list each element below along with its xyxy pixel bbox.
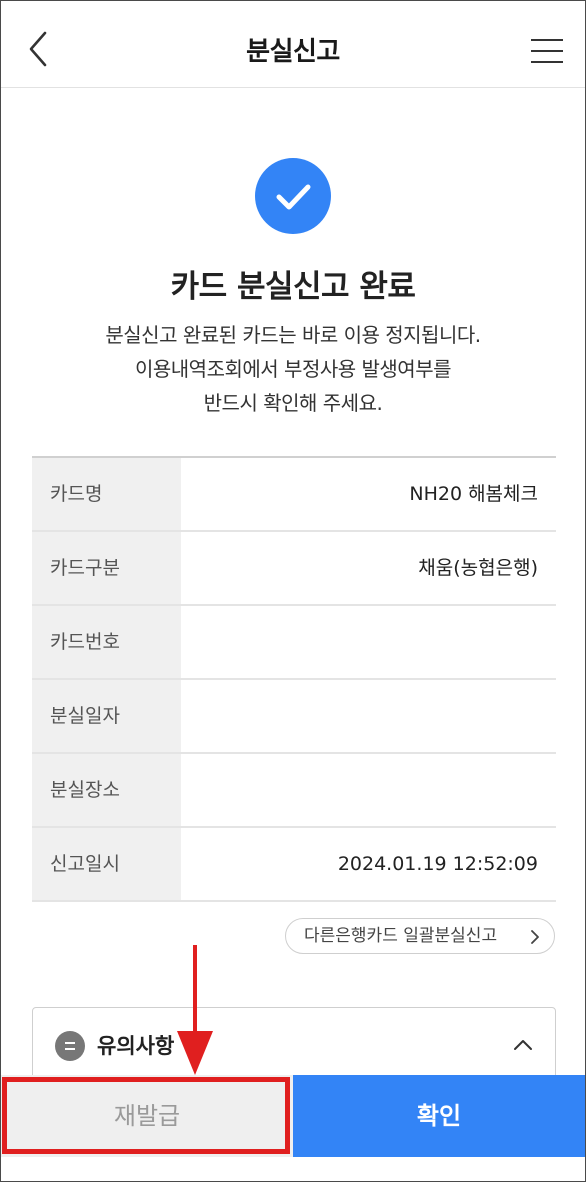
table-row: 카드번호 xyxy=(32,606,556,680)
top-app-bar: 분실신고 xyxy=(1,1,585,88)
table-row: 분실장소 xyxy=(32,754,556,828)
menu-button[interactable] xyxy=(531,37,565,67)
table-row: 신고일시 2024.01.19 12:52:09 xyxy=(32,828,556,902)
row-label-report-datetime: 신고일시 xyxy=(32,828,181,900)
row-value-report-datetime: 2024.01.19 12:52:09 xyxy=(337,853,538,875)
table-row: 분실일자 xyxy=(32,680,556,754)
completion-description-line-3: 반드시 확인해 주세요. xyxy=(203,391,383,415)
other-bank-bulk-report-button[interactable]: 다른은행카드 일괄분실신고 xyxy=(285,918,555,954)
hamburger-menu-icon xyxy=(531,39,563,41)
row-value-card-number xyxy=(181,606,556,678)
row-value-card-name: NH20 해봄체크 xyxy=(409,483,538,505)
row-label-loss-date: 분실일자 xyxy=(32,680,181,752)
row-label-card-type: 카드구분 xyxy=(32,532,181,604)
reissue-button[interactable]: 재발급 xyxy=(1,1075,293,1157)
confirm-button[interactable]: 확인 xyxy=(293,1075,585,1157)
completion-title: 카드 분실신고 완료 xyxy=(170,269,416,305)
completion-description-line-2: 이용내역조회에서 부정사용 발생여부를 xyxy=(134,357,452,381)
row-label-card-number: 카드번호 xyxy=(32,606,181,678)
bottom-safe-area xyxy=(1,1157,585,1181)
chevron-up-icon[interactable] xyxy=(513,1038,533,1052)
list-circle-icon xyxy=(55,1031,85,1061)
check-mark-icon xyxy=(276,184,311,210)
completion-description-line-1: 분실신고 완료된 카드는 바로 이용 정지됩니다. xyxy=(105,323,481,347)
app-screen: 분실신고 카드 분실신고 완료 분실신고 완료된 카드는 바로 이용 정지됩니다… xyxy=(0,0,586,1182)
row-value-loss-place xyxy=(181,754,556,826)
page-title: 분실신고 xyxy=(246,37,340,67)
row-value-card-type: 채움(농협은행) xyxy=(418,557,538,579)
notice-title: 유의사항 xyxy=(97,1034,175,1058)
row-value-loss-date xyxy=(181,680,556,752)
table-row: 카드명 NH20 해봄체크 xyxy=(32,458,556,532)
check-circle-icon xyxy=(255,158,331,234)
card-info-table: 카드명 NH20 해봄체크 카드구분 채움(농협은행) 카드번호 분실일자 분실… xyxy=(32,456,556,902)
row-label-card-name: 카드명 xyxy=(32,458,181,530)
other-bank-bulk-report-label: 다른은행카드 일괄분실신고 xyxy=(304,926,498,946)
chevron-right-icon xyxy=(531,930,539,944)
table-row: 카드구분 채움(농협은행) xyxy=(32,532,556,606)
row-label-loss-place: 분실장소 xyxy=(32,754,181,826)
